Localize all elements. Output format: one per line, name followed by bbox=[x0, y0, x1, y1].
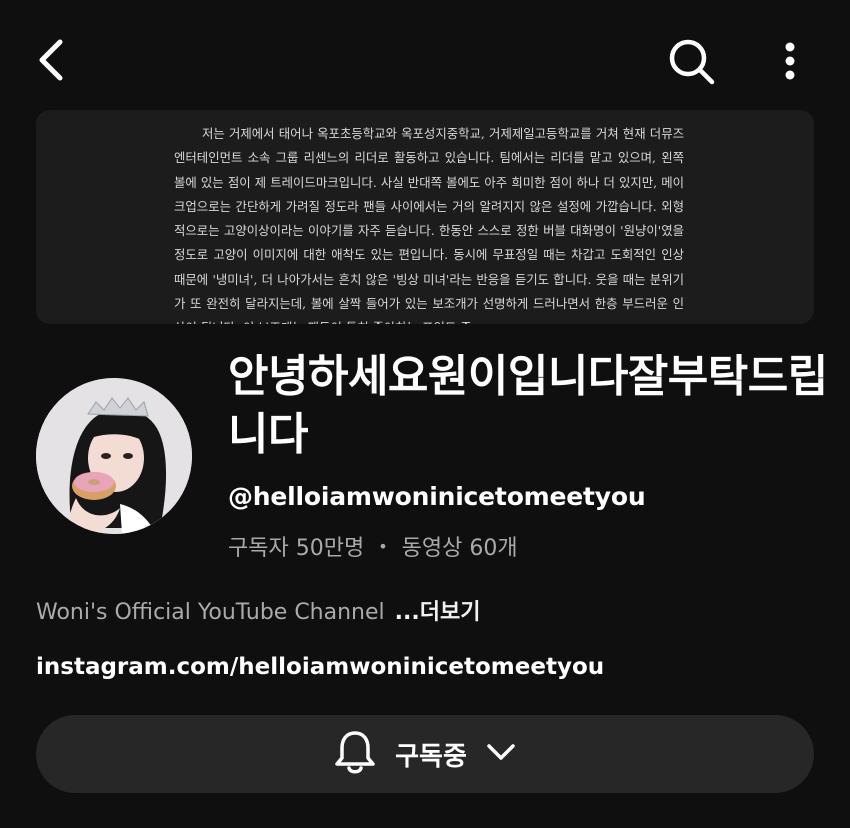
description-text: Woni's Official YouTube Channel bbox=[36, 600, 385, 625]
stats-separator: • bbox=[378, 536, 388, 556]
search-icon[interactable] bbox=[664, 34, 720, 90]
bell-icon bbox=[333, 728, 377, 780]
back-arrow-icon[interactable] bbox=[28, 36, 76, 84]
subscribed-label: 구독중 bbox=[395, 741, 467, 772]
subscriber-count: 구독자 50만명 bbox=[228, 536, 365, 561]
chevron-down-icon bbox=[485, 742, 517, 766]
top-app-bar bbox=[0, 0, 850, 120]
channel-link[interactable]: instagram.com/helloiamwoninicetomeetyou bbox=[36, 654, 604, 680]
video-count: 동영상 60개 bbox=[401, 536, 518, 561]
avatar[interactable] bbox=[36, 378, 192, 534]
channel-description[interactable]: Woni's Official YouTube Channel ...더보기 bbox=[36, 594, 480, 626]
more-vert-icon[interactable] bbox=[770, 36, 810, 86]
subscribed-button[interactable]: 구독중 bbox=[36, 715, 814, 793]
more-link[interactable]: ...더보기 bbox=[395, 594, 481, 626]
channel-name: 안녕하세요원이입니다잘부탁드립니다 bbox=[228, 351, 828, 460]
channel-handle: @helloiamwoninicetomeetyou bbox=[228, 482, 646, 511]
channel-banner: 저는 거제에서 태어나 옥포초등학교와 옥포성지중학교, 거제제일고등학교를 거… bbox=[36, 110, 814, 324]
channel-stats: 구독자 50만명 • 동영상 60개 bbox=[228, 530, 518, 562]
banner-text: 저는 거제에서 태어나 옥포초등학교와 옥포성지중학교, 거제제일고등학교를 거… bbox=[174, 126, 684, 324]
